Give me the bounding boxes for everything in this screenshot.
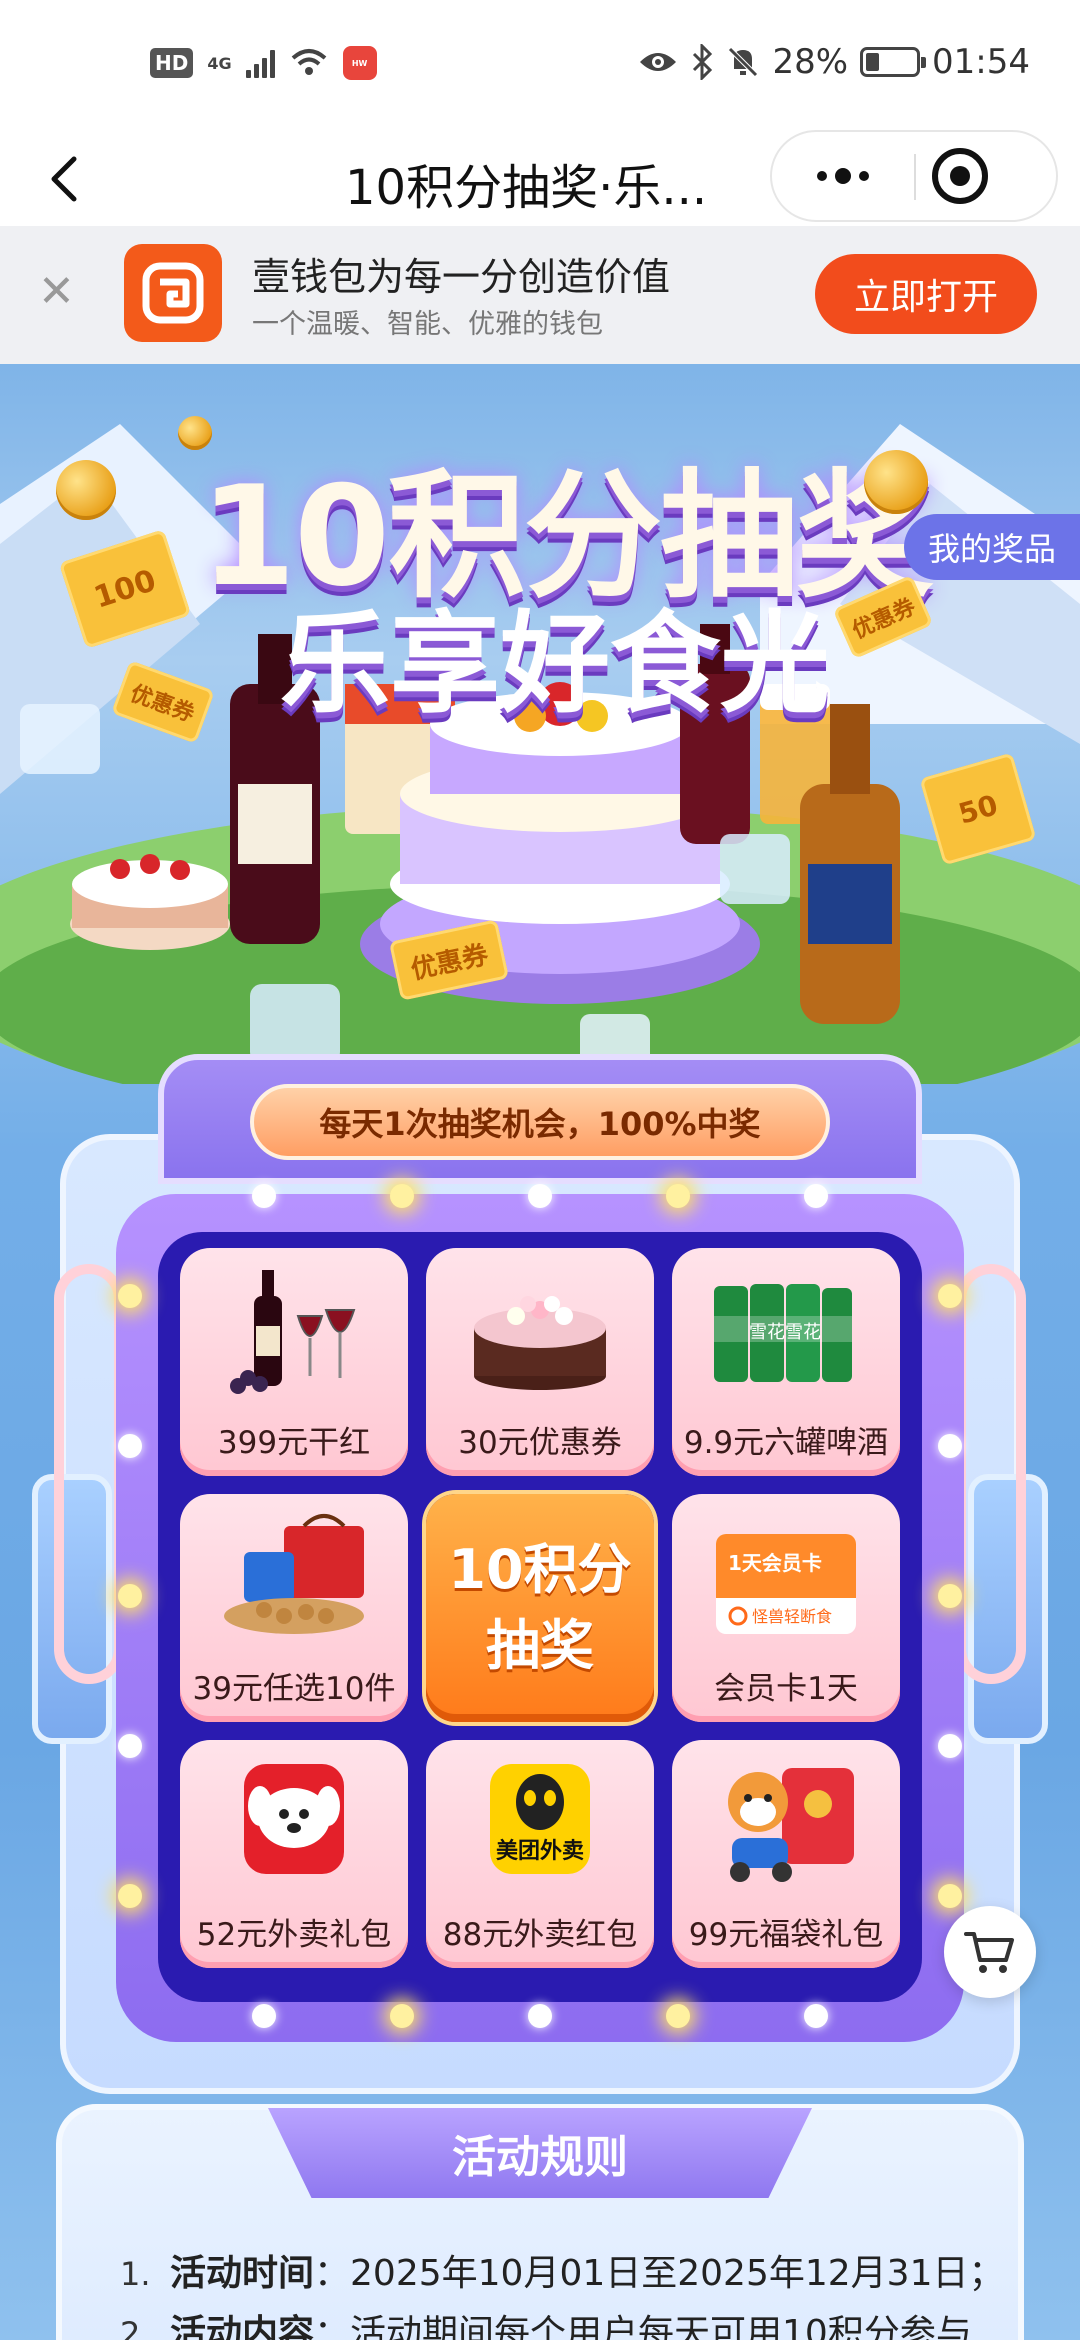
light-bulb xyxy=(390,2004,414,2028)
app-promo-banner: ✕ 壹钱包为每一分创造价值 一个温暖、智能、优雅的钱包 立即打开 xyxy=(0,226,1080,364)
prize-cell-jd-delivery[interactable]: 52元外卖礼包 xyxy=(180,1740,408,1968)
lottery-right-handle xyxy=(956,1264,1026,1684)
signal-icon xyxy=(245,48,275,78)
hd-icon: HD xyxy=(150,48,194,78)
back-button[interactable] xyxy=(28,144,98,214)
meituan-icon: 美团外卖 xyxy=(490,1764,590,1874)
clock: 01:54 xyxy=(932,42,1030,82)
chevron-left-icon xyxy=(51,156,77,202)
light-bulb xyxy=(938,1434,962,1458)
wifi-icon xyxy=(291,49,326,75)
light-bulb xyxy=(938,1584,962,1608)
light-bulb xyxy=(118,1584,142,1608)
light-bulb xyxy=(118,1284,142,1308)
prize-label: 399元干红 xyxy=(217,1425,371,1461)
prize-cell-meituan[interactable]: 美团外卖 88元外卖红包 xyxy=(426,1740,654,1968)
coin-icon xyxy=(178,416,212,450)
battery-icon xyxy=(860,47,927,77)
light-bulb xyxy=(938,1884,962,1908)
wallet-logo-icon xyxy=(124,244,222,342)
hero-title-line2: 乐享好食光 xyxy=(280,600,830,728)
prize-cell-member-card[interactable]: 1天会员卡 怪兽轻断食 会员卡1天 xyxy=(672,1494,900,1722)
prize-cell-snacks[interactable]: 39元任选10件 xyxy=(180,1494,408,1722)
shopping-cart-icon xyxy=(964,1932,1014,1973)
prize-cell-wine[interactable]: 399元干红 xyxy=(180,1248,408,1476)
light-bulb xyxy=(666,2004,690,2028)
page-title: 10积分抽奖·乐... xyxy=(345,160,708,216)
rules-title: 活动规则 xyxy=(268,2108,812,2198)
wine-icon xyxy=(230,1270,356,1394)
promo-subtitle: 一个温暖、智能、优雅的钱包 xyxy=(252,309,603,340)
prize-cell-cake-coupon[interactable]: 30元优惠券 xyxy=(426,1248,654,1476)
hero-section: 10积分抽奖 乐享好食光 我的奖品 100 优惠券 优惠券 50 优惠券 每天1… xyxy=(0,364,1080,2340)
light-bulb xyxy=(252,1184,276,1208)
light-bulb xyxy=(804,2004,828,2028)
prize-label: 9.9元六罐啤酒 xyxy=(683,1425,889,1461)
svg-text:雪花: 雪花 xyxy=(749,1322,785,1343)
eye-icon xyxy=(640,53,677,71)
prize-label: 39元任选10件 xyxy=(192,1671,396,1707)
light-bulb xyxy=(118,1734,142,1758)
battery-percent: 28% xyxy=(772,42,849,82)
mute-bell-icon xyxy=(728,47,759,77)
prize-label: 30元优惠券 xyxy=(458,1425,622,1461)
light-bulb xyxy=(118,1434,142,1458)
nav-bar: 10积分抽奖·乐... xyxy=(0,130,1080,230)
cart-button[interactable] xyxy=(944,1906,1036,1998)
huawei-app-icon: HW xyxy=(342,46,377,80)
draw-button-label: 10积分 抽奖 xyxy=(448,1538,632,1677)
coin-icon xyxy=(56,460,116,520)
close-icon[interactable]: ✕ xyxy=(38,270,75,314)
open-app-button[interactable]: 立即打开 xyxy=(815,254,1037,334)
more-button[interactable] xyxy=(772,132,914,220)
svg-text:美团外卖: 美团外卖 xyxy=(496,1838,584,1864)
prize-label: 88元外卖红包 xyxy=(442,1917,638,1953)
my-prizes-button[interactable]: 我的奖品 xyxy=(904,514,1080,580)
prize-cell-lucky-bag[interactable]: 99元福袋礼包 xyxy=(672,1740,900,1968)
coin-icon xyxy=(864,450,928,514)
member-card-icon: 1天会员卡 怪兽轻断食 xyxy=(716,1534,856,1634)
light-bulb xyxy=(938,1284,962,1308)
svg-text:雪花: 雪花 xyxy=(785,1322,821,1343)
beer-cans-icon: 雪花 雪花 xyxy=(714,1284,852,1382)
light-bulb xyxy=(528,1184,552,1208)
promo-title: 壹钱包为每一分创造价值 xyxy=(252,255,671,299)
cake-icon xyxy=(474,1296,606,1390)
lottery-left-handle xyxy=(54,1264,124,1684)
rule-item: 1. 活动时间：2025年10月01日至2025年12月31日； xyxy=(120,2253,1005,2294)
light-bulb xyxy=(252,2004,276,2028)
bluetooth-icon xyxy=(693,44,713,80)
light-bulb xyxy=(390,1184,414,1208)
lottery-slogan: 每天1次抽奖机会，100%中奖 xyxy=(250,1084,830,1160)
status-left-icons: HD 4G HW xyxy=(150,46,377,80)
light-bulb xyxy=(666,1184,690,1208)
jd-dog-icon xyxy=(244,1764,344,1874)
close-miniapp-button[interactable] xyxy=(932,148,988,204)
light-bulb xyxy=(118,1884,142,1908)
svg-text:1天会员卡: 1天会员卡 xyxy=(728,1551,822,1575)
prize-cell-beer[interactable]: 雪花 雪花 9.9元六罐啤酒 xyxy=(672,1248,900,1476)
miniapp-capsule xyxy=(770,130,1058,222)
light-bulb xyxy=(938,1734,962,1758)
capsule-divider xyxy=(914,154,916,200)
prize-label: 99元福袋礼包 xyxy=(688,1917,884,1953)
network-type: 4G xyxy=(207,53,232,73)
rule-item: 2. 活动内容：活动期间每个用户每天可用10积分参与 xyxy=(120,2313,972,2340)
status-right-icons: 28% 01:54 xyxy=(638,42,1030,82)
prize-label: 会员卡1天 xyxy=(714,1671,858,1707)
shiba-icon xyxy=(728,1768,854,1882)
snack-bag-icon xyxy=(224,1514,364,1634)
light-bulb xyxy=(528,2004,552,2028)
svg-text:怪兽轻断食: 怪兽轻断食 xyxy=(752,1607,832,1626)
status-bar: HD 4G HW 28% 01:54 xyxy=(0,0,1080,130)
draw-button[interactable]: 10积分 抽奖 xyxy=(426,1494,654,1722)
light-bulb xyxy=(804,1184,828,1208)
prize-label: 52元外卖礼包 xyxy=(196,1917,392,1953)
